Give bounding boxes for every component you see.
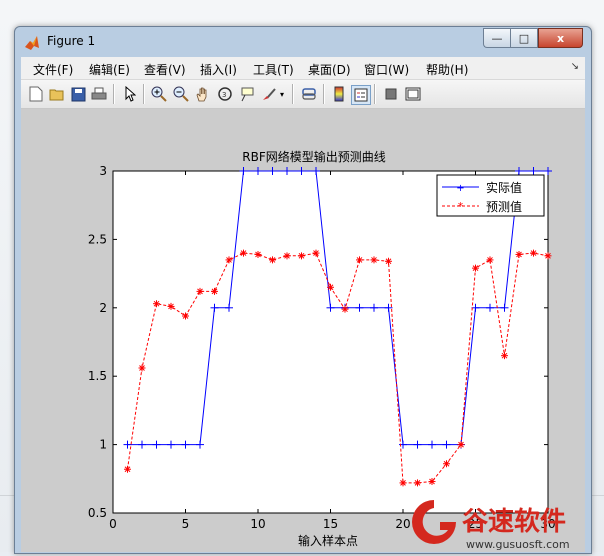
menu-view[interactable]: 查看(V) [144, 61, 186, 78]
brush-dropdown-icon[interactable]: ▾ [277, 85, 287, 103]
predicted-point [283, 252, 291, 260]
predicted-point [530, 249, 537, 257]
zoom-in-icon[interactable] [150, 85, 168, 103]
predicted-point [240, 249, 247, 257]
maximize-button[interactable]: □ [510, 28, 538, 48]
menubar-overflow-icon[interactable]: ↘ [571, 61, 579, 72]
predicted-point [167, 302, 175, 310]
menubar: 文件(F) 编辑(E) 查看(V) 插入(I) 工具(T) 桌面(D) 窗口(W… [21, 57, 585, 80]
predicted-point [124, 465, 131, 473]
predicted-point [385, 257, 392, 265]
toolbar: 3 ▾ [21, 80, 585, 109]
pointer-icon[interactable] [121, 85, 139, 103]
predicted-point [428, 478, 436, 486]
menu-desktop[interactable]: 桌面(D) [308, 61, 351, 78]
predicted-point [269, 256, 276, 264]
zoom-out-icon[interactable] [172, 85, 190, 103]
save-icon[interactable] [69, 85, 87, 103]
predicted-point [544, 252, 552, 260]
predicted-point [472, 264, 479, 272]
predicted-point [356, 256, 363, 264]
menu-tools[interactable]: 工具(T) [253, 61, 294, 78]
window-title: Figure 1 [47, 34, 96, 48]
legend-actual-label: 实际值 [486, 180, 522, 195]
predicted-point [225, 256, 233, 264]
watermark-logo-mark [412, 500, 456, 544]
show-plot-tools-icon[interactable] [404, 85, 422, 103]
hide-plot-tools-icon[interactable] [382, 85, 400, 103]
predicted-point [399, 479, 407, 487]
predicted-point [298, 252, 305, 260]
x-axis-label: 输入样本点 [298, 533, 358, 548]
link-icon[interactable] [300, 85, 318, 103]
legend-actual-marker: + [456, 183, 464, 194]
predicted-point [182, 312, 189, 320]
svg-text:3: 3 [222, 91, 226, 99]
predicted-point [414, 479, 421, 487]
chart-title: RBF网络模型输出预测曲线 [242, 149, 385, 164]
colorbar-icon[interactable] [330, 85, 348, 103]
x-tick-label: 5 [182, 517, 190, 531]
predicted-point [370, 256, 378, 264]
figure-canvas: RBF网络模型输出预测曲线 0 5 10 15 20 25 30 0.5 1 1.5 2 2.5 3 … [21, 109, 585, 552]
y-tick-label: 2 [99, 301, 107, 315]
predicted-point [153, 300, 160, 308]
y-tick-label: 2.5 [88, 232, 107, 246]
matlab-icon [25, 36, 39, 50]
predicted-point [341, 305, 349, 313]
rotate-3d-icon[interactable]: 3 [216, 85, 234, 103]
legend-predicted-marker: * [458, 200, 464, 213]
x-tick-label: 15 [323, 517, 338, 531]
x-tick-label: 10 [250, 517, 265, 531]
minimize-button[interactable]: — [483, 28, 510, 48]
predicted-point [443, 460, 450, 468]
predicted-point [486, 256, 494, 264]
predicted-point [501, 352, 508, 360]
line-chart[interactable]: RBF网络模型输出预测曲线 0 5 10 15 20 25 30 0.511.522.53 … [21, 109, 585, 552]
predicted-point [327, 283, 334, 291]
y-tick-label: 0.5 [88, 506, 107, 520]
figure-window: Figure 1 — □ x 文件(F) 编辑(E) 查看(V) 插入(I) 工… [14, 26, 592, 554]
window-titlebar[interactable]: Figure 1 — □ x [15, 27, 591, 57]
plot-area [112, 170, 549, 514]
watermark-logo: 谷速软件 www.gusuosft.com [412, 500, 570, 551]
menu-window[interactable]: 窗口(W) [364, 61, 409, 78]
brush-icon[interactable] [260, 85, 278, 103]
menu-help[interactable]: 帮助(H) [426, 61, 468, 78]
watermark-brand: 谷速软件 [462, 507, 566, 537]
print-icon[interactable] [90, 85, 108, 103]
menu-file[interactable]: 文件(F) [33, 61, 73, 78]
y-tick-label: 1.5 [88, 369, 107, 383]
menu-edit[interactable]: 编辑(E) [89, 61, 130, 78]
legend-predicted-label: 预测值 [486, 199, 522, 214]
predicted-point [196, 287, 204, 295]
y-tick-label: 3 [99, 164, 107, 178]
y-tick-label: 1 [99, 438, 107, 452]
predicted-point [211, 287, 218, 295]
data-cursor-icon[interactable] [238, 85, 256, 103]
new-file-icon[interactable] [27, 85, 45, 103]
menu-insert[interactable]: 插入(I) [200, 61, 237, 78]
x-tick-label: 0 [109, 517, 117, 531]
open-icon[interactable] [48, 85, 66, 103]
predicted-point [138, 364, 146, 372]
watermark-url: www.gusuosft.com [466, 538, 570, 551]
close-button[interactable]: x [538, 28, 583, 48]
legend-icon[interactable] [351, 85, 371, 105]
predicted-point [312, 249, 320, 257]
pan-hand-icon[interactable] [194, 85, 212, 103]
legend[interactable]: + 实际值 * 预测值 [436, 174, 545, 217]
predicted-point [515, 250, 523, 258]
predicted-point [457, 441, 465, 449]
predicted-point [254, 250, 262, 258]
